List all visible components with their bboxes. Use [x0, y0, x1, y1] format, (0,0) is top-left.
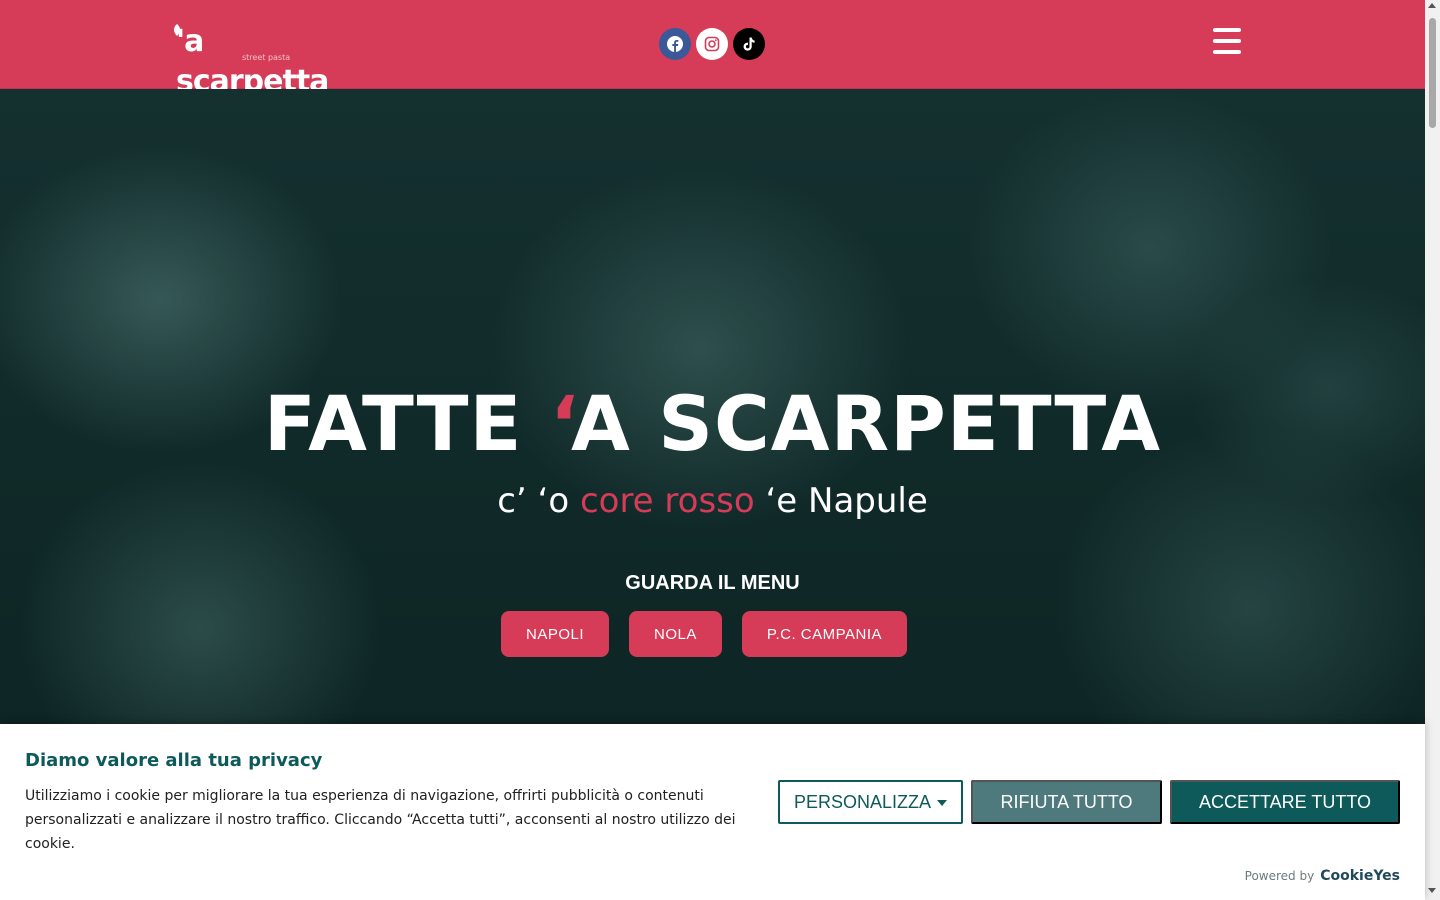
hamburger-line [1213, 28, 1241, 32]
nola-menu-button[interactable]: NOLA [629, 611, 722, 657]
accept-all-button[interactable]: ACCETTARE TUTTO [1170, 780, 1400, 824]
scrollbar-thumb[interactable] [1429, 18, 1436, 128]
menu-heading: GUARDA IL MENU [625, 572, 800, 594]
facebook-link[interactable] [659, 28, 691, 60]
hero-title-accent: ‘ [549, 379, 571, 468]
instagram-icon [704, 36, 720, 52]
hamburger-line [1213, 39, 1241, 43]
tiktok-icon [743, 37, 755, 51]
hamburger-menu-icon[interactable] [1213, 28, 1241, 56]
reject-all-button[interactable]: RIFIUTA TUTTO [971, 780, 1162, 824]
customize-cookies-label: PERSONALIZZA [793, 791, 932, 812]
cookie-banner-title: Diamo valore alla tua privacy [25, 750, 323, 771]
cookieyes-logo: CookieYes [1320, 868, 1400, 884]
caret-down-icon [937, 800, 948, 806]
customize-cookies-button[interactable]: PERSONALIZZA [778, 780, 963, 824]
cookie-banner-text: Utilizziamo i cookie per migliorare la t… [25, 788, 736, 852]
hero-subtitle-accent: core rosso [579, 481, 755, 521]
social-links [659, 28, 765, 60]
hero-subtitle-part1: c’ ‘o [497, 481, 580, 521]
powered-by-label: Powered by [1244, 869, 1315, 883]
cookie-banner-actions: PERSONALIZZA RIFIUTA TUTTO ACCETTARE TUT… [778, 780, 1400, 824]
hero-subtitle-part2: ‘e Napule [754, 481, 928, 521]
instagram-link[interactable] [696, 28, 728, 60]
scroll-up-arrow-icon[interactable] [1428, 3, 1436, 8]
hamburger-line [1213, 50, 1241, 54]
city-menu-buttons: NAPOLI NOLA P.C. CAMPANIA [501, 611, 908, 657]
napoli-menu-button[interactable]: NAPOLI [501, 611, 610, 657]
facebook-icon [667, 36, 683, 52]
hero-title: FATTE ‘A SCARPETTA [0, 379, 1425, 469]
hero-title-part2: A SCARPETTA [570, 379, 1162, 468]
site-header: 'a scarpetta street pasta [0, 0, 1425, 99]
pc-campania-menu-button[interactable]: P.C. CAMPANIA [741, 611, 908, 657]
tiktok-link[interactable] [733, 28, 765, 60]
page-scrollbar[interactable] [1425, 0, 1440, 900]
hero-subtitle: c’ ‘o core rosso ‘e Napule [0, 479, 1425, 523]
logo-tagline: street pasta [242, 53, 291, 62]
scroll-down-arrow-icon[interactable] [1428, 888, 1436, 893]
cookie-consent-banner: Diamo valore alla tua privacy Utilizziam… [0, 724, 1425, 900]
powered-by[interactable]: Powered by CookieYes [1245, 868, 1400, 884]
site-logo[interactable]: 'a scarpetta street pasta [172, 22, 347, 99]
hero-title-part1: FATTE [263, 379, 550, 468]
